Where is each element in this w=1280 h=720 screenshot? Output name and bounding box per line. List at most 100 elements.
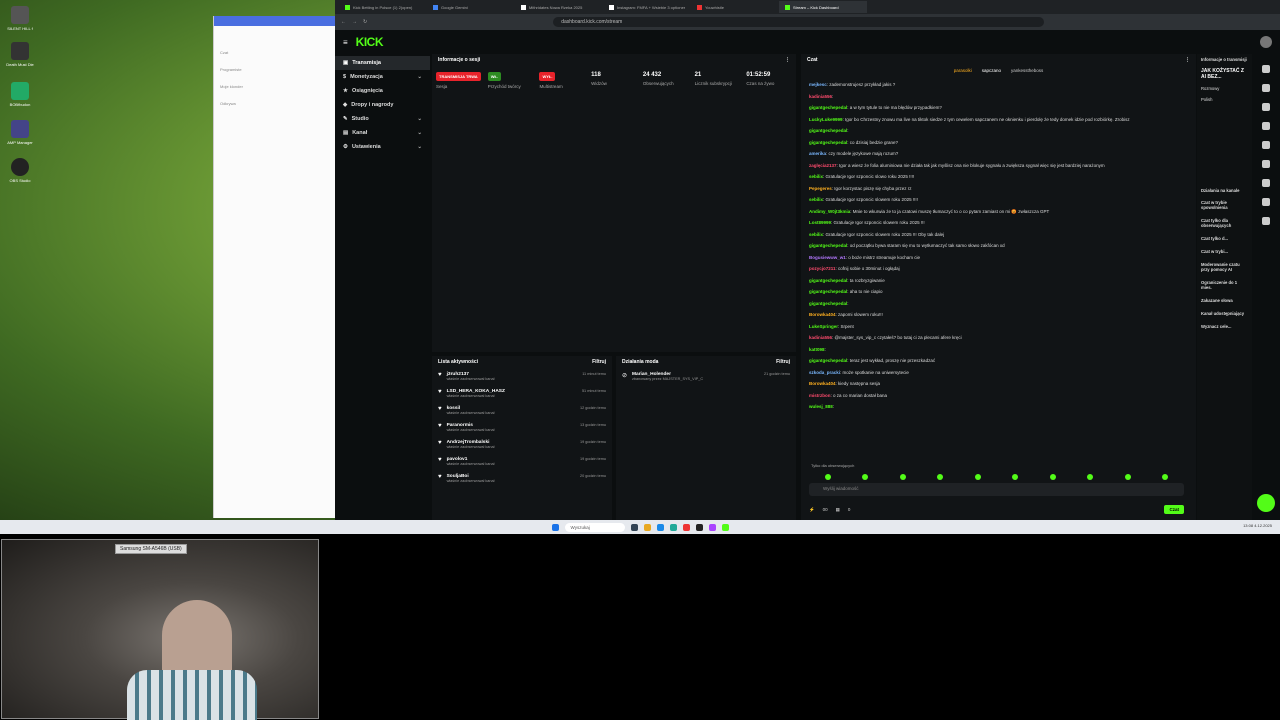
setting-row[interactable]: Czat w trybie spowolnienia — [1197, 196, 1252, 214]
sidebar-item-monetyzacja[interactable]: $ Monetyzacja ⌄ — [335, 70, 430, 84]
setting-row[interactable]: Zakazane słowa — [1197, 294, 1252, 307]
url-field[interactable]: dashboard.kick.com/stream — [553, 17, 1044, 27]
setting-row[interactable]: Czat tylko d... — [1197, 232, 1252, 245]
setting-row[interactable]: Wyznacz cele... — [1197, 320, 1252, 333]
chat-username[interactable]: LukeSpringer — [809, 324, 838, 329]
browser-tab[interactable]: Instagram: FMFA + Wsiebie 3 optioner — [603, 1, 691, 13]
stat-revenue[interactable]: WŁ. Przychód twórcy — [487, 72, 534, 89]
chat-username[interactable]: gigantgechepedal — [809, 243, 847, 248]
tool-icon[interactable] — [1262, 198, 1270, 206]
emote-icon[interactable] — [1049, 474, 1056, 480]
menu-icon[interactable]: ≡ — [343, 38, 348, 47]
desktop-icon[interactable]: BOBfbudon — [6, 82, 34, 107]
chat-username[interactable]: Borowka404 — [809, 381, 836, 386]
app-icon[interactable] — [695, 523, 703, 531]
emote-icon[interactable] — [974, 474, 981, 480]
browser-tab[interactable]: Google Gemini — [427, 1, 515, 13]
chat-username[interactable]: gigantgechepedal — [809, 301, 847, 306]
avatar[interactable] — [1260, 36, 1272, 48]
chat-input[interactable]: Wyślij wiadomość — [809, 483, 1184, 496]
chat-username[interactable]: katt098 — [809, 347, 825, 352]
desktop-icon[interactable]: Death Must Die — [6, 42, 34, 67]
setting-row[interactable]: Czat tylko dla obserwujących — [1197, 214, 1252, 232]
help-button[interactable] — [1257, 494, 1275, 512]
browser-tab-active[interactable]: Stream – Kick Dashboard — [779, 1, 867, 13]
setting-row[interactable]: Ograniczenie do 1 mies. — [1197, 276, 1252, 294]
app-icon[interactable] — [682, 523, 690, 531]
sidebar-item-osiagniecia[interactable]: ★ Osiągnięcia — [335, 84, 430, 98]
filter-button[interactable]: Filtruj — [776, 359, 790, 365]
app-icon[interactable] — [721, 523, 729, 531]
tool-icon[interactable] — [1262, 179, 1270, 187]
points-icon[interactable]: ⚡ — [809, 507, 815, 513]
app-icon[interactable] — [630, 523, 638, 531]
chat-username[interactable]: mejkesc — [809, 82, 827, 87]
tool-icon[interactable] — [1262, 122, 1270, 130]
setting-row[interactable]: Czat w trybi... — [1197, 245, 1252, 258]
emote-icon[interactable] — [937, 474, 944, 480]
chat-username[interactable]: Borowka404 — [809, 312, 836, 317]
emote-icon[interactable] — [1012, 474, 1019, 480]
tool-icon[interactable] — [1262, 84, 1270, 92]
browser-tab[interactable]: Kick Betting in Polsce (1) 2(open) — [339, 1, 427, 13]
desktop-icon[interactable]: SILENT HILL f — [6, 6, 34, 31]
chat-username[interactable]: Andimy_W0jt3kmia — [809, 209, 850, 214]
tool-icon[interactable] — [1262, 160, 1270, 168]
chat-username[interactable]: sebilix — [809, 197, 823, 202]
app-icon[interactable] — [708, 523, 716, 531]
setting-row[interactable]: Kanał udostępniający — [1197, 307, 1252, 320]
chat-username[interactable]: Lost89999 — [809, 220, 831, 225]
forward-icon[interactable]: → — [352, 19, 357, 25]
tool-icon[interactable] — [1262, 141, 1270, 149]
start-icon[interactable] — [551, 523, 559, 531]
desktop-icon[interactable]: OBS Studio — [6, 158, 34, 183]
tool-icon[interactable] — [1262, 217, 1270, 225]
chat-username[interactable]: Pepegeres — [809, 186, 832, 191]
emote-icon[interactable] — [824, 474, 831, 480]
browser-tab[interactable]: Mithridates Nowa Rzeka 2025 — [515, 1, 603, 13]
folder-icon[interactable] — [643, 523, 651, 531]
chat-username[interactable]: gigantgechepedal — [809, 289, 847, 294]
chat-username[interactable]: szkoda_pracki — [809, 370, 840, 375]
gift-icon[interactable]: ▦ — [836, 507, 840, 513]
app-icon[interactable] — [669, 523, 677, 531]
chat-username[interactable]: kadinia556 — [809, 335, 832, 340]
clock[interactable]: 13:08 4.12.2025 — [1243, 523, 1272, 528]
tool-icon[interactable] — [1262, 103, 1270, 111]
sidebar-item-studio[interactable]: ✎ Studio ⌄ — [335, 112, 430, 126]
chat-username[interactable]: mistrzbon — [809, 393, 831, 398]
setting-row[interactable]: Moderowanie czatu przy pomocy AI — [1197, 258, 1252, 276]
more-icon[interactable]: ⋮ — [785, 57, 790, 63]
sidebar-item-transmisja[interactable]: ▣ Transmisja — [335, 56, 430, 70]
emote-icon[interactable] — [1087, 474, 1094, 480]
chat-username[interactable]: Bogusiewww_w1 — [809, 255, 846, 260]
emote-icon[interactable] — [1162, 474, 1169, 480]
chat-username[interactable]: gigantgechepedal — [809, 278, 847, 283]
chat-username[interactable]: zaglęcia2137 — [809, 163, 837, 168]
chat-username[interactable]: amerika — [809, 151, 826, 156]
chat-username[interactable]: sebilix — [809, 232, 823, 237]
chat-username[interactable]: sebilix — [809, 174, 823, 179]
emote-icon[interactable] — [899, 474, 906, 480]
kick-logo[interactable]: KICK — [356, 35, 384, 49]
send-chat-button[interactable]: Czat — [1164, 505, 1184, 514]
chat-username[interactable]: pozycjo7211 — [809, 266, 836, 271]
desktop-icon[interactable]: AMP Manager — [6, 120, 34, 145]
more-icon[interactable]: ⋮ — [1185, 57, 1190, 63]
taskbar-search[interactable]: Wyszukaj — [564, 522, 625, 532]
chat-username[interactable]: gigantgechepedal — [809, 128, 847, 133]
reload-icon[interactable]: ↻ — [363, 19, 367, 25]
chat-username[interactable]: kadinia556 — [809, 94, 832, 99]
sidebar-item-ustawienia[interactable]: ⚙ Ustawienia ⌄ — [335, 140, 430, 154]
sidebar-item-dropy[interactable]: ◆ Dropy i nagrody — [335, 98, 430, 112]
back-icon[interactable]: ← — [341, 19, 346, 25]
chat-username[interactable]: wulesj_888 — [809, 404, 833, 409]
stat-multistream[interactable]: WYŁ. Multistream — [539, 72, 585, 89]
app-icon[interactable] — [656, 523, 664, 531]
chat-username[interactable]: gigantgechepedal — [809, 140, 847, 145]
tool-icon[interactable] — [1262, 65, 1270, 73]
chat-username[interactable]: gigantgechepedal — [809, 105, 847, 110]
chat-username[interactable]: LuckyLuke9999 — [809, 117, 843, 122]
emote-icon[interactable] — [1124, 474, 1131, 480]
emote-icon[interactable] — [862, 474, 869, 480]
